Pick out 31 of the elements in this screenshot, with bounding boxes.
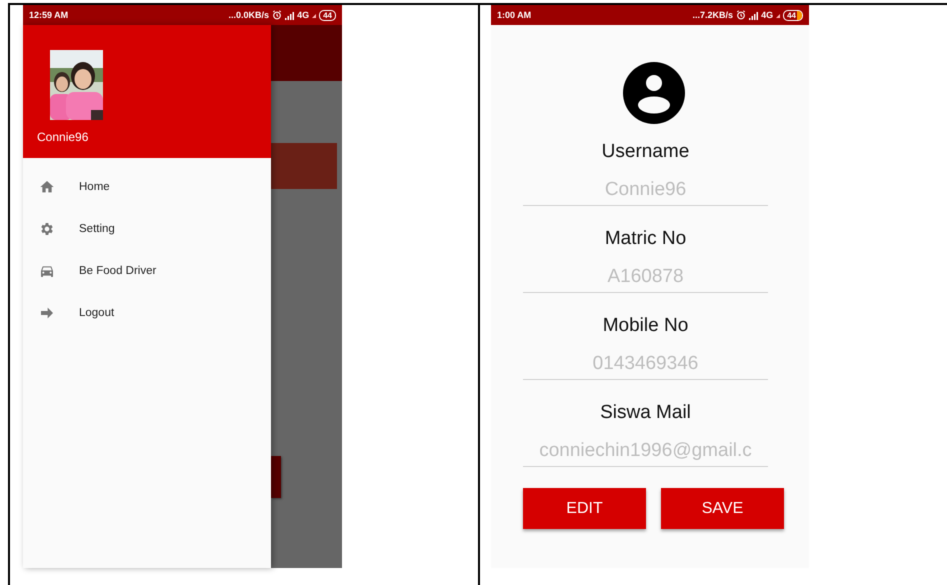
signal-icon <box>749 10 758 20</box>
arrow-right-icon <box>39 305 55 321</box>
battery-indicator: 44 <box>319 10 336 20</box>
field-label: Username <box>602 140 690 164</box>
save-button[interactable]: SAVE <box>661 488 784 529</box>
data-arrow-icon <box>312 12 316 18</box>
status-time: 1:00 AM <box>497 10 532 20</box>
menu-item[interactable]: Logout <box>23 292 271 334</box>
gear-icon <box>39 221 55 237</box>
edit-button[interactable]: EDIT <box>523 488 646 529</box>
network-type: 4G <box>761 10 774 20</box>
menu-item[interactable]: Be Food Driver <box>23 250 271 292</box>
network-type: 4G <box>297 10 310 20</box>
dimmed-card <box>271 143 337 189</box>
username: Connie96 <box>37 130 88 144</box>
menu-item[interactable]: Home <box>23 166 271 208</box>
dimmed-app-bar <box>271 25 342 81</box>
battery-indicator: 44 <box>783 10 803 20</box>
field-label: Siswa Mail <box>600 401 691 425</box>
alarm-clock-icon <box>736 10 746 20</box>
status-time: 12:59 AM <box>29 10 68 20</box>
signal-icon <box>285 10 294 20</box>
network-speed: ...0.0KB/s <box>228 10 270 20</box>
home-icon <box>39 179 55 195</box>
network-speed: ...7.2KB/s <box>692 10 734 20</box>
field-label: Matric No <box>604 227 686 251</box>
menu-item[interactable]: Setting <box>23 208 271 250</box>
data-arrow-icon <box>776 12 780 18</box>
field-label: Mobile No <box>602 314 688 338</box>
account-icon <box>623 62 685 124</box>
alarm-clock-icon <box>272 10 282 20</box>
